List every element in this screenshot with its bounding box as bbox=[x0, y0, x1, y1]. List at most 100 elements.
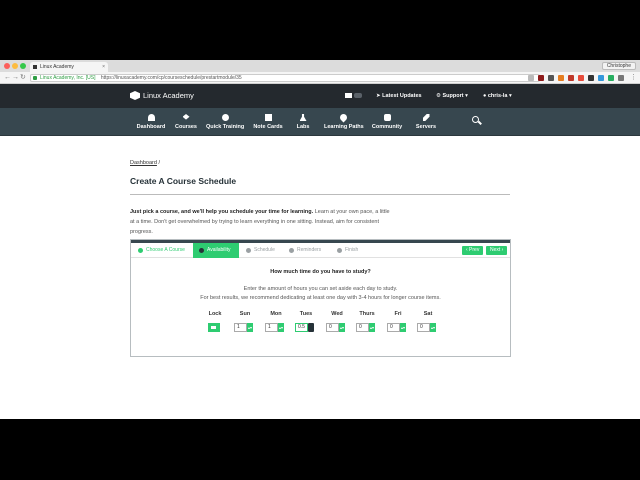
back-icon[interactable]: ← bbox=[4, 74, 11, 82]
extension-icon[interactable] bbox=[548, 75, 554, 81]
breadcrumb-dashboard-link[interactable]: Dashboard bbox=[130, 160, 157, 166]
stepper-arrows-icon[interactable]: ▴▾ bbox=[369, 323, 375, 332]
availability-question: How much time do you have to study? bbox=[270, 269, 371, 275]
step-availability[interactable]: Availability bbox=[193, 243, 239, 258]
hours-input-sat[interactable]: 0 bbox=[417, 323, 430, 332]
wizard-steps: Choose A Course Availability Schedule Re… bbox=[131, 243, 510, 258]
nav-learning-paths[interactable]: Learning Paths bbox=[324, 108, 364, 136]
tab-close-icon[interactable]: × bbox=[102, 62, 105, 72]
hint-line-1: Enter the amount of hours you can set as… bbox=[243, 286, 398, 292]
title-divider bbox=[130, 194, 510, 195]
step-dot-icon bbox=[199, 248, 204, 253]
day-tues: Tues 0.5 bbox=[294, 311, 318, 332]
day-label: Tues bbox=[299, 311, 313, 317]
day-label: Mon bbox=[270, 311, 282, 317]
profile-button[interactable]: Christophe bbox=[601, 62, 636, 70]
browser-toolbar: ← → ↻ Linux Academy, Inc. [US] https://l… bbox=[0, 72, 640, 84]
extension-icon[interactable] bbox=[608, 75, 614, 81]
window-zoom-dot[interactable] bbox=[20, 63, 26, 69]
hours-input-thurs[interactable]: 0 bbox=[356, 323, 369, 332]
step-reminders[interactable]: Reminders bbox=[289, 243, 321, 258]
step-choose-course[interactable]: Choose A Course bbox=[138, 243, 185, 258]
nav-label: Note Cards bbox=[253, 124, 283, 130]
nav-community[interactable]: Community bbox=[368, 108, 406, 136]
stepper-arrows-icon[interactable]: ▴▾ bbox=[278, 323, 284, 332]
lock-toggle-button[interactable] bbox=[208, 323, 220, 332]
extension-icon[interactable] bbox=[588, 75, 594, 81]
extension-icon[interactable] bbox=[578, 75, 584, 81]
browser-menu-icon[interactable]: ⋮ bbox=[630, 74, 637, 82]
day-sun: Sun 1 ▴▾ bbox=[233, 311, 257, 332]
step-label: Availability bbox=[207, 247, 231, 253]
nav-courses[interactable]: Courses bbox=[167, 108, 205, 136]
graduation-cap-icon bbox=[182, 114, 190, 120]
day-label: Sat bbox=[423, 311, 433, 317]
messages-button[interactable] bbox=[345, 92, 362, 100]
breadcrumb-separator: / bbox=[158, 160, 160, 166]
nav-label: Community bbox=[371, 124, 403, 130]
window-minimize-dot[interactable] bbox=[12, 63, 18, 69]
hours-input-tues[interactable]: 0.5 bbox=[295, 323, 308, 332]
clock-icon bbox=[221, 114, 229, 121]
nav-servers[interactable]: Servers bbox=[407, 108, 445, 136]
search-icon[interactable] bbox=[472, 116, 482, 126]
latest-updates-button[interactable]: ➤ Latest Updates bbox=[376, 92, 422, 100]
wrench-icon bbox=[422, 114, 430, 121]
browser-tab[interactable]: Linux Academy × bbox=[30, 62, 108, 72]
day-label: Fri bbox=[394, 311, 402, 317]
forward-icon[interactable]: → bbox=[12, 74, 19, 82]
nav-quick-training[interactable]: Quick Training bbox=[206, 108, 244, 136]
search-handle bbox=[478, 120, 482, 125]
step-finish[interactable]: Finish bbox=[337, 243, 358, 258]
nav-note-cards[interactable]: Note Cards bbox=[249, 108, 287, 136]
stepper-arrows-icon[interactable]: ▴▾ bbox=[339, 323, 345, 332]
extension-icon[interactable] bbox=[598, 75, 604, 81]
browser-window: Linux Academy × Christophe ← → ↻ Linux A… bbox=[0, 60, 640, 419]
extension-icon[interactable] bbox=[538, 75, 544, 81]
step-label: Choose A Course bbox=[146, 247, 185, 253]
extension-icon[interactable] bbox=[558, 75, 564, 81]
message-count-badge bbox=[354, 93, 362, 99]
step-schedule[interactable]: Schedule bbox=[246, 243, 275, 258]
nav-labs[interactable]: Labs bbox=[284, 108, 322, 136]
site-logo[interactable]: Linux Academy bbox=[130, 90, 194, 101]
day-thurs: Thurs 0 ▴▾ bbox=[355, 311, 379, 332]
hours-input-wed[interactable]: 0 bbox=[326, 323, 339, 332]
extension-icon[interactable] bbox=[568, 75, 574, 81]
secure-lock-icon bbox=[33, 76, 37, 80]
secure-site-label: Linux Academy, Inc. [US] bbox=[40, 75, 96, 81]
breadcrumb: Dashboard / bbox=[130, 160, 160, 166]
browser-tab-bar: Linux Academy × Christophe bbox=[0, 60, 640, 72]
flask-icon bbox=[299, 114, 307, 121]
nav-label: Quick Training bbox=[206, 124, 245, 130]
step-dot-icon bbox=[138, 248, 143, 253]
stepper-arrows-icon[interactable]: ▴▾ bbox=[400, 323, 406, 332]
url-text: https://linuxacademy.com/cp/courseschedu… bbox=[100, 75, 242, 81]
logo-cube-icon bbox=[130, 91, 140, 100]
next-button[interactable]: Next › bbox=[486, 246, 508, 255]
tab-title: Linux Academy bbox=[40, 64, 74, 70]
day-mon: Mon 1 ▴▾ bbox=[264, 311, 288, 332]
hours-input-mon[interactable]: 1 bbox=[265, 323, 278, 332]
extension-icon[interactable] bbox=[618, 75, 624, 81]
hand-cursor-icon bbox=[308, 323, 314, 332]
reload-icon[interactable]: ↻ bbox=[20, 74, 26, 82]
stepper-arrows-icon[interactable]: ▴▾ bbox=[247, 323, 253, 332]
lock-icon bbox=[211, 326, 216, 329]
stepper-arrows-icon[interactable]: ▴▾ bbox=[430, 323, 436, 332]
nav-dashboard[interactable]: Dashboard bbox=[132, 108, 170, 136]
address-bar[interactable]: Linux Academy, Inc. [US] https://linuxac… bbox=[30, 74, 540, 82]
hint-line-2: For best results, we recommend dedicatin… bbox=[200, 295, 441, 301]
nav-label: Learning Paths bbox=[324, 124, 364, 130]
hours-input-sun[interactable]: 1 bbox=[234, 323, 247, 332]
prev-button[interactable]: ‹ Prev bbox=[462, 246, 484, 255]
nav-label: Dashboard bbox=[136, 124, 166, 130]
user-menu[interactable]: ● chris-la ▾ bbox=[483, 92, 512, 100]
support-menu[interactable]: ⚙ Support ▾ bbox=[436, 92, 468, 100]
page-title: Create A Course Schedule bbox=[130, 176, 237, 186]
hours-input-fri[interactable]: 0 bbox=[387, 323, 400, 332]
window-close-dot[interactable] bbox=[4, 63, 10, 69]
map-pin-icon bbox=[338, 112, 348, 123]
bookmark-star-icon[interactable] bbox=[528, 75, 534, 81]
logo-text: Linux Academy bbox=[143, 91, 194, 100]
